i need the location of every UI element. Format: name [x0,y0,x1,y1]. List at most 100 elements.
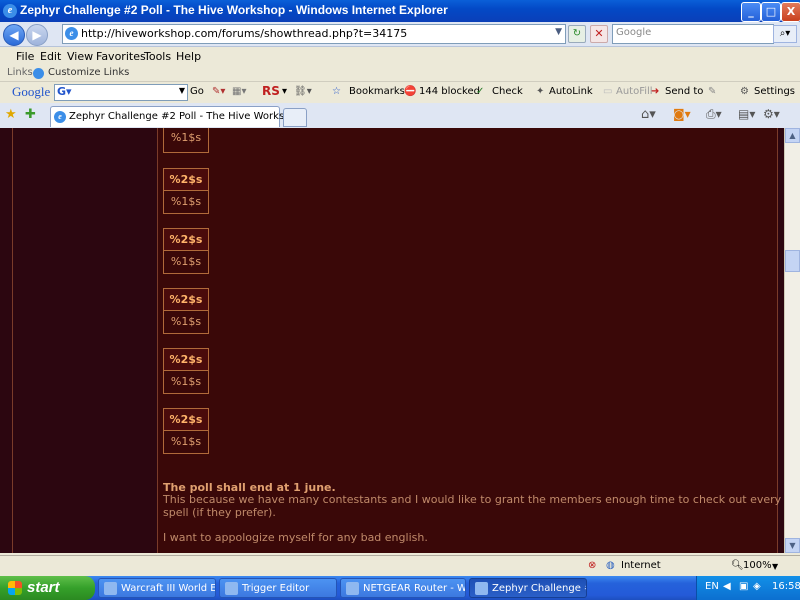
scroll-down-icon[interactable]: ▼ [785,538,800,553]
volume-icon[interactable]: ◈ [753,581,761,592]
favorites-star-icon[interactable]: ★ [5,107,17,122]
gt-bookmarks-button[interactable]: Bookmarks [349,86,405,97]
app-icon [104,582,117,595]
minimize-button[interactable]: _ [741,2,761,22]
zone-label: Internet [621,560,661,571]
search-box[interactable]: Google [612,24,774,44]
gt-settings-button[interactable]: Settings [754,86,795,97]
post-text-line: This because we have many contestants an… [163,493,782,506]
task-button[interactable]: Trigger Editor [219,578,337,598]
scroll-thumb[interactable] [785,250,800,272]
tab-active[interactable]: e Zephyr Challenge #2 Poll - The Hive Wo… [50,106,303,127]
search-icon[interactable]: ⌕▾ [773,25,797,43]
task-label: Warcraft III World Ed... [121,583,215,594]
google-search-input[interactable]: G▾ ▼ [54,84,188,101]
gt-rs-button[interactable]: RS [262,84,280,98]
post-text-line: spell (if they prefer). [163,506,276,519]
spellcheck-icon: ✓ [476,86,485,97]
print-icon[interactable]: ⎙▾ [706,107,722,122]
links-label: Links [7,67,33,78]
post-sidebar [12,128,158,553]
language-indicator[interactable]: EN [705,581,719,592]
page-menu-icon[interactable]: ▤▾ [738,107,755,121]
address-url[interactable]: http://hiveworkshop.com/forums/showthrea… [81,27,407,40]
maximize-button[interactable]: □ [761,2,781,22]
gt-sendto-button[interactable]: Send to [665,86,703,97]
refresh-icon[interactable]: ↻ [568,25,586,43]
menu-file[interactable]: File [16,50,34,63]
taskbar: start Warcraft III World Ed... Trigger E… [0,576,800,600]
google-go-button[interactable]: Go [190,86,204,97]
autolink-icon: ✦ [536,86,545,97]
forward-button[interactable]: ▶ [26,24,48,46]
address-row: ◀ ▶ e http://hiveworkshop.com/forums/sho… [0,22,800,47]
poll-option-value: %1$s [170,375,202,388]
title-bar: e Zephyr Challenge #2 Poll - The Hive Wo… [0,0,800,22]
feeds-icon[interactable]: ◙▾ [673,107,691,121]
task-button[interactable]: Warcraft III World Ed... [98,578,216,598]
google-g-icon: G▾ [57,85,72,98]
poll-option-value: %1$s [170,315,202,328]
ie-icon: e [3,4,17,18]
vertical-scrollbar[interactable]: ▲ ▼ [784,128,800,553]
search-placeholder: Google [616,27,652,38]
task-button[interactable]: NETGEAR Router - Wi... [340,578,466,598]
google-logo: Google [12,84,51,99]
menu-edit[interactable]: Edit [40,50,61,63]
scroll-up-icon[interactable]: ▲ [785,128,800,143]
zoom-icon[interactable]: 🔍︎ [731,560,744,571]
google-dropdown-icon[interactable]: ▼ [179,86,185,95]
stop-icon[interactable]: ✕ [590,25,608,43]
address-dropdown-icon[interactable]: ▼ [555,27,562,37]
poll-option-header: %2$s [164,169,208,191]
poll-option: %2$s %1$s [163,408,209,454]
windows-logo-icon [8,581,22,595]
gt-news-icon[interactable]: ▦▾ [232,86,246,97]
clock: 16:58 [772,581,800,592]
google-toolbar: Google G▾ ▼ Go ✎▾ ▦▾ RS ▾ ⛓▾ ☆ Bookmarks… [0,81,800,103]
poll-option: %2$s %1$s [163,348,209,394]
gt-check-button[interactable]: Check [492,86,523,97]
pencil-icon[interactable]: ✎ [708,86,716,97]
gt-rs-dropdown-icon[interactable]: ▾ [282,86,287,97]
task-label: Zephyr Challenge #2 ... [492,583,586,594]
network-icon[interactable]: ▣ [739,581,748,592]
poll-option-value: %1$s [170,255,202,268]
task-button-active[interactable]: Zephyr Challenge #2 ... [469,578,587,598]
zoom-level[interactable]: 100% [743,560,772,571]
task-label: NETGEAR Router - Wi... [363,583,466,594]
send-to-icon: ➜ [651,86,660,97]
back-button[interactable]: ◀ [3,24,25,46]
menu-tools[interactable]: Tools [144,50,171,63]
menu-favorites[interactable]: Favorites [96,50,146,63]
start-label: start [27,579,60,596]
globe-icon: ◍ [606,560,615,571]
link-customize[interactable]: Customize Links [48,67,129,78]
new-tab-button[interactable] [283,108,307,127]
gt-blocked-button[interactable]: 144 blocked [419,86,480,97]
tray-arrow-icon[interactable]: ◀ [723,581,731,592]
close-button[interactable]: X [781,2,800,22]
poll-option-header: %2$s [164,289,208,311]
tools-gear-icon[interactable]: ⚙▾ [763,107,780,121]
gt-link-icon[interactable]: ⛓▾ [294,86,312,97]
poll-option-header: %2$s [164,349,208,371]
tab-title: Zephyr Challenge #2 Poll - The Hive Work… [69,111,303,122]
app-icon [225,582,238,595]
start-button[interactable]: start [0,576,95,600]
settings-gear-icon: ⚙ [740,86,749,97]
page-icon: e [65,27,78,40]
ie-app-icon [475,582,488,595]
link-icon [33,68,44,79]
zoom-dropdown-icon[interactable]: ▼ [772,562,778,571]
window-title: Zephyr Challenge #2 Poll - The Hive Work… [20,3,448,17]
poll-option: %2$s %1$s [163,168,209,214]
menu-help[interactable]: Help [176,50,201,63]
address-bar[interactable]: e http://hiveworkshop.com/forums/showthr… [62,24,566,44]
menu-view[interactable]: View [67,50,93,63]
gt-autofill-button[interactable]: AutoFill [616,86,653,97]
gt-autolink-button[interactable]: AutoLink [549,86,593,97]
home-icon[interactable]: ⌂▾ [641,107,656,122]
gt-bookmark-icon[interactable]: ✎▾ [212,86,225,97]
add-favorites-icon[interactable]: ✚ [25,107,36,122]
